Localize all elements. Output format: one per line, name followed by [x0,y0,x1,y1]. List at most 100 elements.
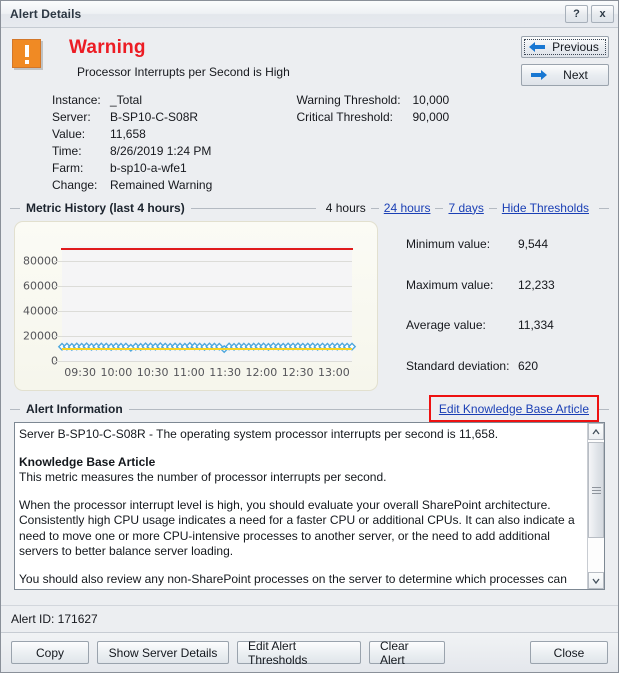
chart-gridline [62,311,352,312]
chart-x-tick-label: 11:30 [209,366,241,379]
dialog-footer: Copy Show Server Details Edit Alert Thre… [1,632,618,672]
chart-series [62,246,352,361]
server-label: Server: [52,110,91,124]
next-button-label: Next [563,68,588,82]
value-value: 11,658 [110,127,146,141]
metric-history-group: Metric History (last 4 hours) 4 hours 24… [10,200,609,399]
range-7-days-link[interactable]: 7 days [443,201,488,215]
chart-gridline [62,286,352,287]
average-value: 11,334 [518,318,554,332]
chart-y-tick-mark [54,361,62,362]
chart-x-tick-label: 13:00 [318,366,350,379]
chart-gridline [62,336,352,337]
maximum-value-label: Maximum value: [406,277,494,292]
spacer-h [413,178,600,192]
scrollbar-grip-icon [591,485,601,496]
chart-plot-area: 02000040000600008000009:3010:0010:3011:0… [23,246,353,379]
warning-threshold-label: Warning Threshold: [296,93,401,107]
time-label: Time: [52,144,82,158]
help-icon[interactable]: ? [565,5,588,23]
chart-y-tick-label: 60000 [23,279,58,293]
alert-navigation: Previous Next [521,36,609,92]
chart-x-tick-label: 12:30 [281,366,314,379]
show-server-details-button[interactable]: Show Server Details [97,641,229,664]
kb-paragraph-2: You should also review any non-SharePoin… [19,571,567,590]
scrollbar-track[interactable] [588,440,604,572]
metric-history-body: 02000040000600008000009:3010:0010:3011:0… [10,215,609,399]
chart-gridline [62,261,352,262]
alert-information-text: Server B-SP10-C-S08R - The operating sys… [15,423,587,589]
scroll-down-icon[interactable] [588,572,604,589]
standard-deviation-value: 620 [518,358,539,373]
metric-history-title: Metric History (last 4 hours) [26,200,185,215]
alert-id-label: Alert ID: 171627 [1,605,618,632]
group-rule [190,207,316,209]
minimum-value: 9,544 [518,237,549,251]
alert-header-text: Warning Processor Interrupts per Second … [69,34,290,79]
ai-links: Edit Knowledge Base Article [429,402,599,416]
group-tick-left [10,207,20,209]
alert-header: Warning Processor Interrupts per Second … [10,34,609,92]
edit-knowledge-base-article-link[interactable]: Edit Knowledge Base Article [434,402,594,416]
window-controls: ? x [565,5,614,23]
link-sep-2 [435,207,444,209]
chart-x-tick-label: 12:00 [245,366,278,379]
spacer-e [297,161,413,175]
metric-history-header: Metric History (last 4 hours) 4 hours 24… [10,200,609,215]
next-button[interactable]: Next [521,64,609,86]
scrollbar-thumb[interactable] [588,442,604,538]
previous-button[interactable]: Previous [521,36,609,58]
clear-alert-button[interactable]: Clear Alert [369,639,445,667]
warning-threshold-value: 10,000 [412,93,450,107]
alert-subtitle: Processor Interrupts per Second is High [77,65,290,79]
alert-information-textbox[interactable]: Server B-SP10-C-S08R - The operating sys… [14,422,605,590]
value-label: Value: [52,127,86,141]
severity-label: Warning [69,37,146,58]
range-24-hours-link[interactable]: 24 hours [379,201,436,215]
critical-threshold-label: Critical Threshold: [296,110,393,124]
metric-history-chart[interactable]: 02000040000600008000009:3010:0010:3011:0… [14,221,378,391]
edit-alert-thresholds-button[interactable]: Edit Alert Thresholds [237,639,361,667]
close-icon[interactable]: x [591,5,614,23]
alert-information-scrollbar[interactable] [587,423,604,589]
chart-x-tick-label: 11:00 [173,366,205,379]
ai-rule [128,408,429,410]
chart-y-tick-mark [54,261,62,262]
chart-y-tick-label: 80000 [23,254,58,268]
range-4-hours: 4 hours [325,200,366,215]
chart-gridline [62,361,352,362]
chart-y-tick-mark [54,286,62,287]
standard-deviation-label: Standard deviation: [406,358,510,373]
arrow-left-icon [529,41,547,53]
chart-threshold-line [61,247,353,250]
metric-statistics: Minimum value: 9,544 Maximum value: 12,2… [406,221,555,391]
chart-y-tick-mark [54,311,62,312]
previous-button-label: Previous [552,40,599,54]
window-title: Alert Details [10,7,82,21]
maximum-value: 12,233 [518,277,555,292]
alert-summary: Server B-SP10-C-S08R - The operating sys… [19,427,499,441]
spacer-b [413,127,600,141]
link-sep-1 [370,207,379,209]
chart-x-tick-label: 10:30 [136,366,169,379]
link-sep-3 [488,207,497,209]
copy-button[interactable]: Copy [11,641,89,664]
chart-y-tick-label: 20000 [23,329,58,343]
chart-threshold-line [62,347,352,350]
server-value: B-SP10-C-S08R [110,110,199,124]
farm-value: b-sp10-a-wfe1 [110,161,187,175]
kb-intro: This metric measures the number of proce… [19,470,387,484]
chart-y-tick-mark [54,336,62,337]
farm-label: Farm: [52,161,84,175]
close-button[interactable]: Close [530,641,608,664]
arrow-right-icon [529,69,547,81]
kb-paragraph-1: When the processor interrupt level is hi… [19,497,575,559]
hide-thresholds-link[interactable]: Hide Thresholds [497,201,594,215]
change-label: Change: [52,178,98,192]
average-value-label: Average value: [406,318,486,332]
scroll-up-icon[interactable] [588,423,604,440]
spacer-d [413,144,600,158]
dialog-content: Warning Processor Interrupts per Second … [1,28,618,605]
alert-detail-fields: Instance: _Total Warning Threshold: 10,0… [52,93,609,192]
chart-y-tick-label: 40000 [23,304,58,318]
